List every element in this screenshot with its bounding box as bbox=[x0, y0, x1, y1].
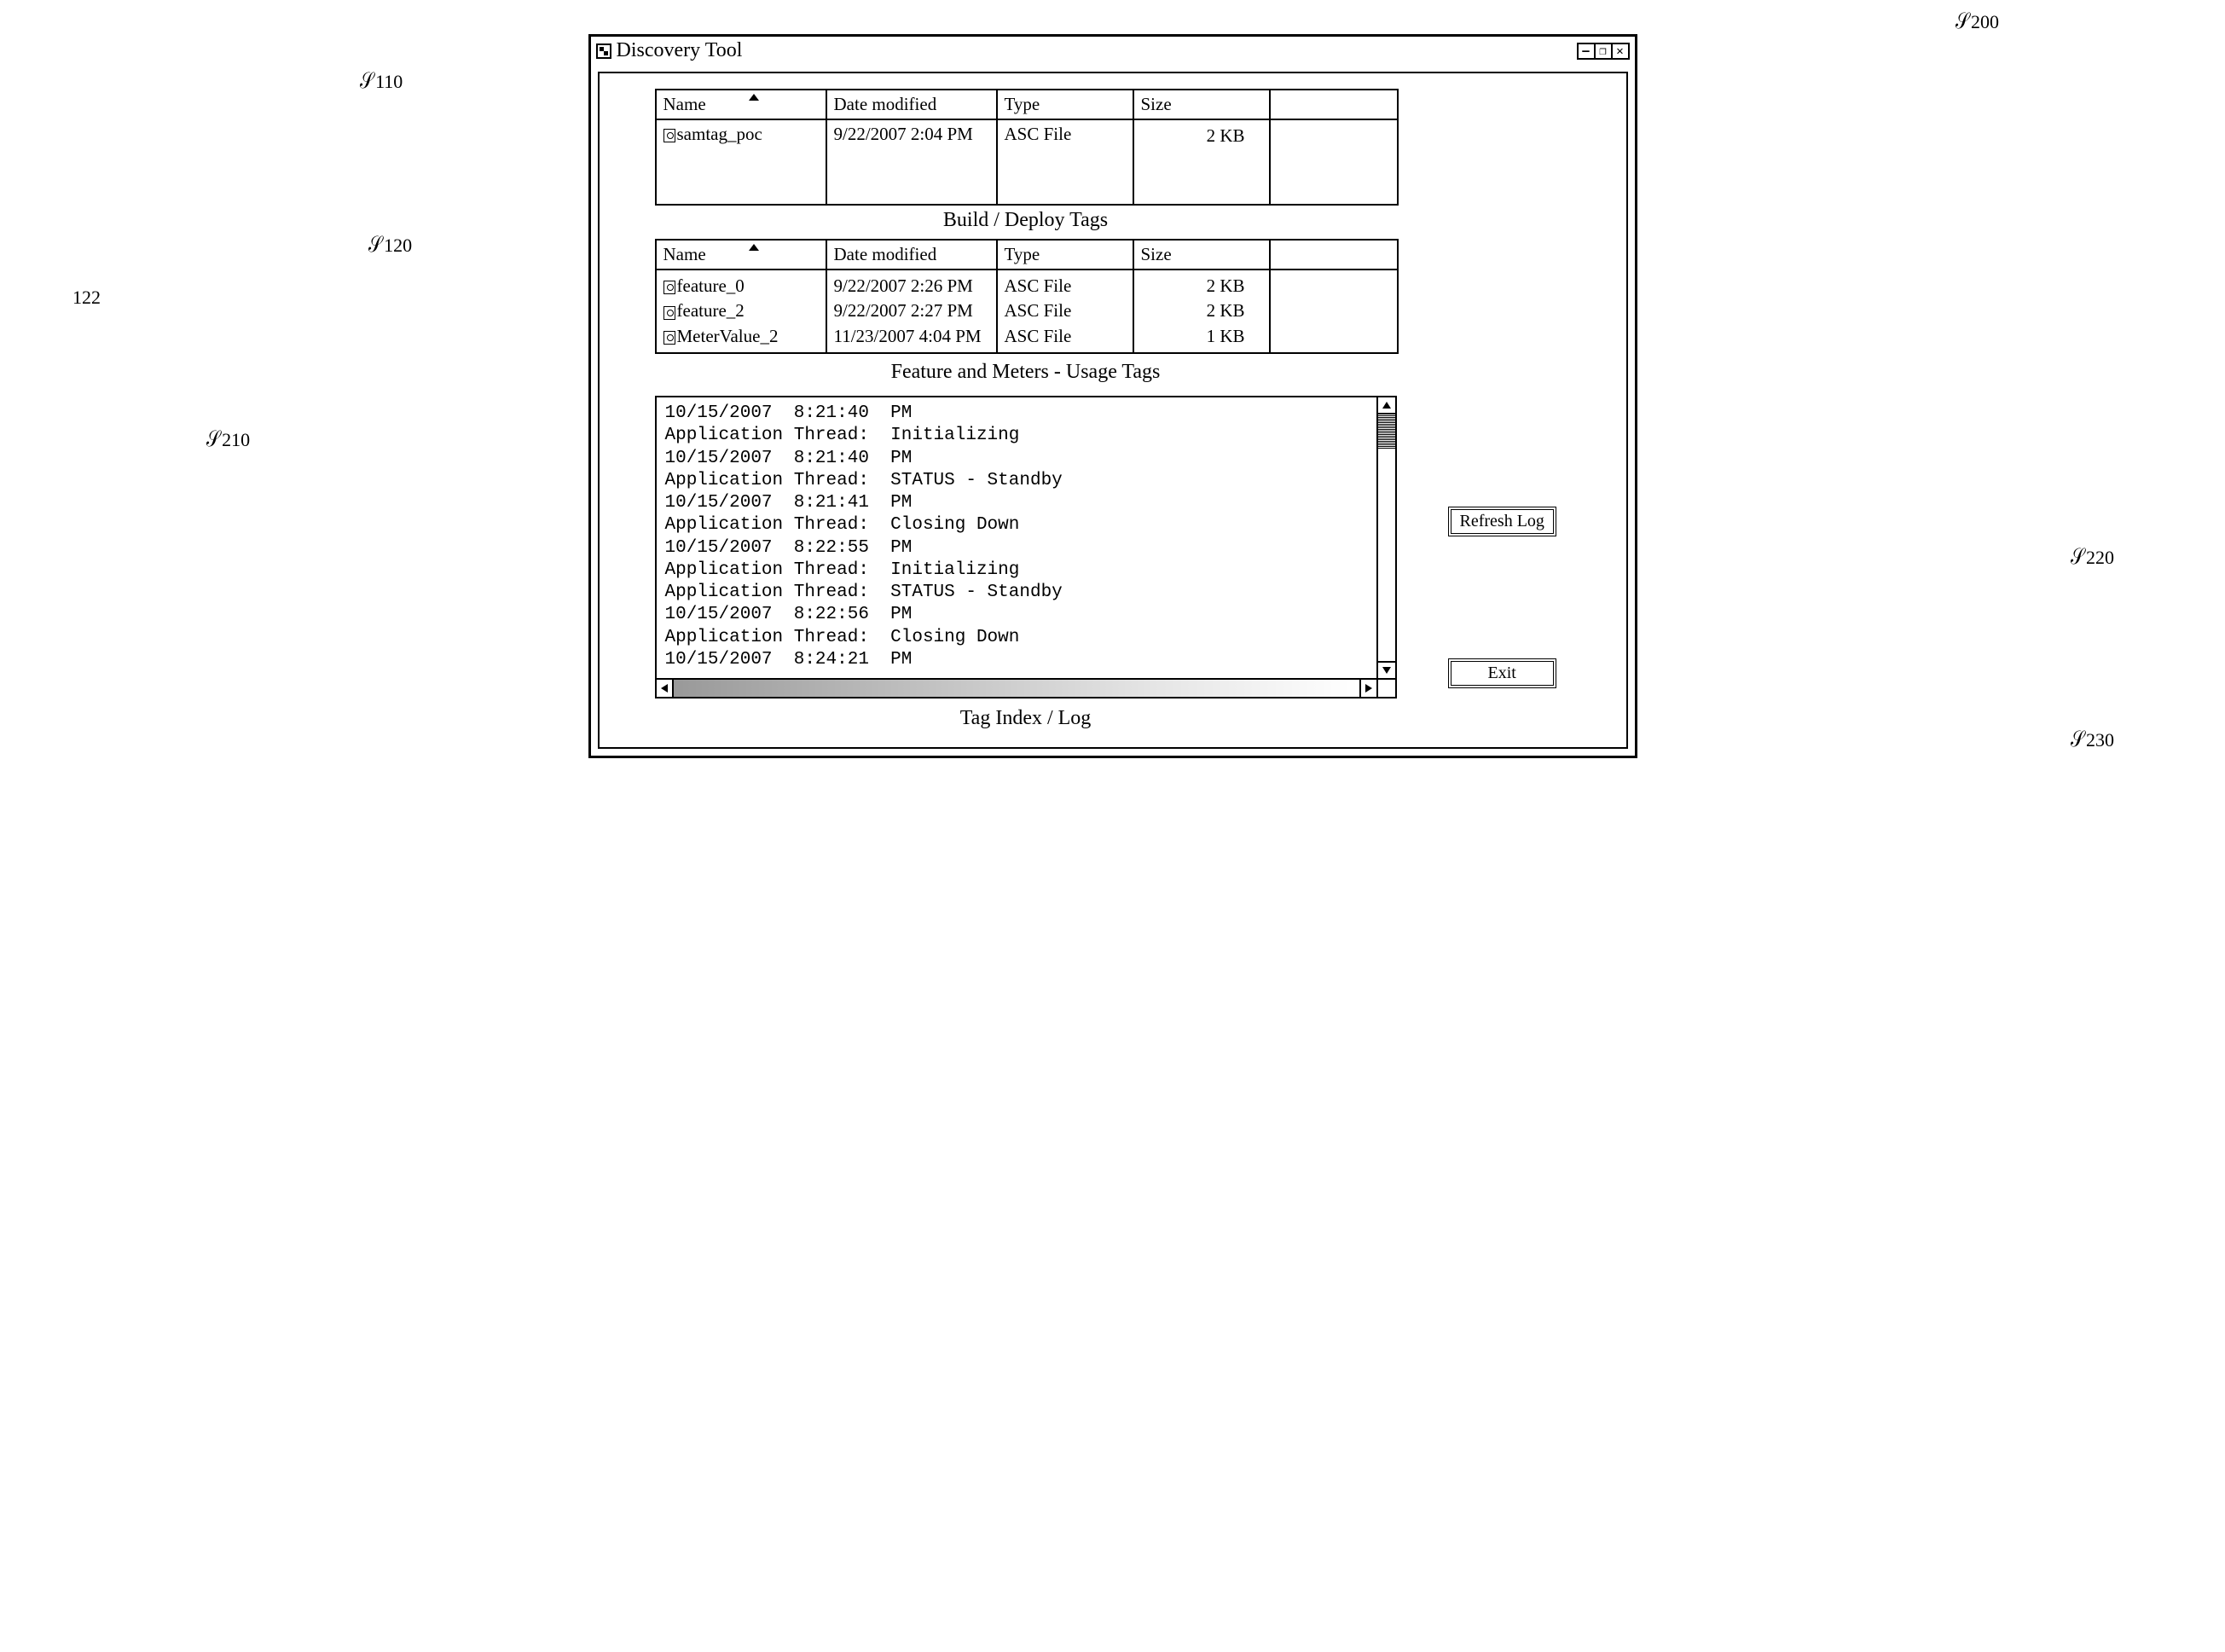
column-blank bbox=[1270, 90, 1398, 119]
column-type[interactable]: Type bbox=[997, 90, 1133, 119]
column-name[interactable]: Name bbox=[656, 240, 826, 270]
column-date[interactable]: Date modified bbox=[826, 240, 997, 270]
scrollbar-track[interactable] bbox=[674, 680, 1359, 697]
log-area: 10/15/2007 8:21:40 PM Application Thread… bbox=[655, 396, 1397, 698]
callout-200: 𝒮200 bbox=[1954, 9, 1999, 35]
sort-indicator-icon bbox=[749, 244, 759, 251]
sort-indicator-icon bbox=[749, 94, 759, 101]
titlebar: Discovery Tool — ❐ ✕ bbox=[591, 37, 1635, 65]
callout-210: 𝒮210 bbox=[205, 426, 250, 453]
horizontal-scrollbar[interactable] bbox=[657, 678, 1376, 697]
column-type[interactable]: Type bbox=[997, 240, 1133, 270]
exit-button[interactable]: Exit bbox=[1448, 658, 1556, 688]
window-title: Discovery Tool bbox=[617, 39, 743, 62]
file-icon bbox=[663, 129, 675, 142]
scrollbar-corner bbox=[1376, 678, 1395, 697]
scrollbar-track[interactable] bbox=[1378, 414, 1395, 661]
log-content[interactable]: 10/15/2007 8:21:40 PM Application Thread… bbox=[657, 397, 1376, 678]
scrollbar-thumb[interactable] bbox=[1378, 414, 1395, 449]
callout-230: 𝒮230 bbox=[2069, 727, 2114, 753]
vertical-scrollbar[interactable] bbox=[1376, 397, 1395, 678]
app-icon bbox=[596, 43, 611, 59]
app-window: Discovery Tool — ❐ ✕ 𝒮110 𝒮120 122 𝒮210 … bbox=[588, 34, 1637, 758]
file-icon bbox=[663, 281, 675, 294]
content-frame: Name Date modified Type Size samtag_poc … bbox=[598, 72, 1628, 749]
file-icon bbox=[663, 306, 675, 320]
table-row[interactable]: samtag_poc 9/22/2007 2:04 PM ASC File 2 … bbox=[656, 119, 1398, 205]
feature-meters-table: Name Date modified Type Size feature_0 f… bbox=[655, 239, 1399, 354]
callout-120: 𝒮120 bbox=[367, 232, 412, 258]
feature-meters-caption: Feature and Meters - Usage Tags bbox=[655, 361, 1397, 384]
scroll-left-icon[interactable] bbox=[657, 680, 674, 697]
minimize-button[interactable]: — bbox=[1577, 43, 1596, 60]
column-date[interactable]: Date modified bbox=[826, 90, 997, 119]
scroll-down-icon[interactable] bbox=[1378, 661, 1395, 678]
callout-220: 𝒮220 bbox=[2069, 544, 2114, 571]
build-deploy-caption: Build / Deploy Tags bbox=[655, 209, 1397, 232]
table-row[interactable]: feature_0 feature_2 MeterValue_2 9/22/20… bbox=[656, 270, 1398, 353]
callout-110: 𝒮110 bbox=[358, 68, 403, 95]
file-icon bbox=[663, 331, 675, 345]
callout-122: 122 bbox=[72, 287, 101, 309]
column-size[interactable]: Size bbox=[1133, 90, 1270, 119]
refresh-log-button[interactable]: Refresh Log bbox=[1448, 507, 1556, 536]
column-size[interactable]: Size bbox=[1133, 240, 1270, 270]
column-blank bbox=[1270, 240, 1398, 270]
column-name[interactable]: Name bbox=[656, 90, 826, 119]
close-button[interactable]: ✕ bbox=[1611, 43, 1630, 60]
log-caption: Tag Index / Log bbox=[655, 707, 1397, 730]
scroll-up-icon[interactable] bbox=[1378, 397, 1395, 414]
scroll-right-icon[interactable] bbox=[1359, 680, 1376, 697]
maximize-button[interactable]: ❐ bbox=[1594, 43, 1613, 60]
build-deploy-table: Name Date modified Type Size samtag_poc … bbox=[655, 89, 1399, 206]
